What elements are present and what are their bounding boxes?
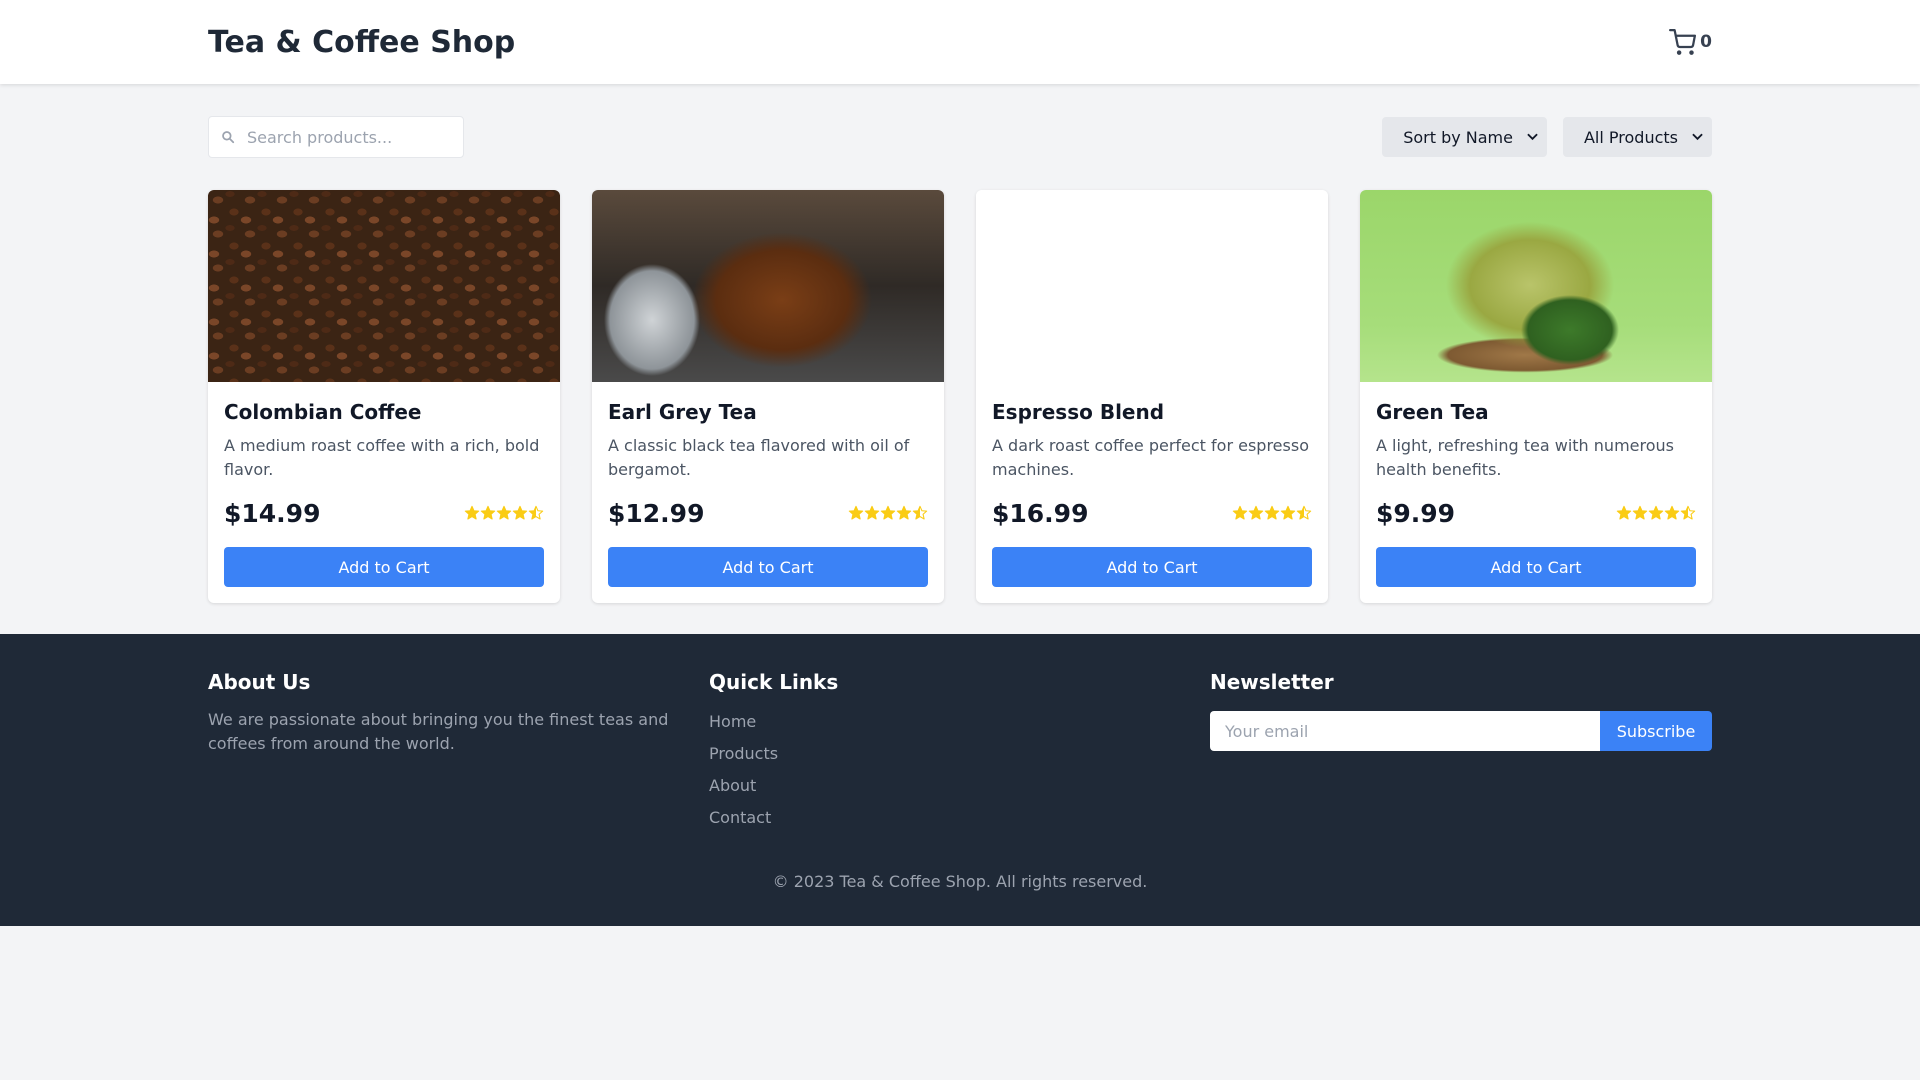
product-image-earl-grey[interactable] <box>592 190 944 382</box>
footer-columns: About Us We are passionate about bringin… <box>208 668 1712 838</box>
star-icon <box>864 505 880 520</box>
add-to-cart-button[interactable]: Add to Cart <box>1376 547 1696 587</box>
shopping-cart-icon <box>1669 28 1697 55</box>
star-icon <box>848 505 864 520</box>
footer-link-about[interactable]: About <box>709 774 1210 798</box>
newsletter-email-input[interactable] <box>1210 711 1600 751</box>
star-icon <box>1296 505 1312 520</box>
product-description: A classic black tea flavored with oil of… <box>608 436 910 479</box>
sort-filter-group: Sort by Name All Products <box>1382 117 1712 157</box>
star-icon <box>1648 505 1664 520</box>
star-icon <box>1616 505 1632 520</box>
category-filter-select[interactable]: All Products <box>1562 117 1712 157</box>
product-price: $12.99 <box>608 498 705 528</box>
star-icon <box>1680 505 1696 520</box>
search-icon <box>222 131 235 144</box>
add-to-cart-button[interactable]: Add to Cart <box>608 547 928 587</box>
chevron-down-icon <box>1692 133 1703 141</box>
product-name[interactable]: Colombian Coffee <box>224 398 544 426</box>
star-icon <box>528 505 544 520</box>
product-description: A medium roast coffee with a rich, bold … <box>224 436 540 479</box>
footer-quick-links: Quick Links Home Products About Contact <box>709 668 1210 838</box>
star-icon <box>1232 505 1248 520</box>
star-icon <box>896 505 912 520</box>
product-toolbar: Sort by Name All Products <box>208 116 1712 158</box>
product-card: Green Tea A light, refreshing tea with n… <box>1360 190 1712 603</box>
star-icon <box>1280 505 1296 520</box>
product-rating <box>1616 505 1696 521</box>
site-title[interactable]: Tea & Coffee Shop <box>208 25 515 60</box>
product-description: A light, refreshing tea with numerous he… <box>1376 436 1674 479</box>
quick-links-title: Quick Links <box>709 670 839 694</box>
product-price: $9.99 <box>1376 498 1456 528</box>
cart-button[interactable]: 0 <box>1669 28 1712 56</box>
copyright-text: © 2023 Tea & Coffee Shop. All rights res… <box>772 872 1148 891</box>
newsletter-form: Subscribe <box>1210 711 1712 751</box>
product-card: Colombian Coffee A medium roast coffee w… <box>208 190 560 603</box>
about-text: We are passionate about bringing you the… <box>208 710 669 753</box>
product-name[interactable]: Green Tea <box>1376 398 1696 426</box>
product-image-green-tea[interactable] <box>1360 190 1712 382</box>
sort-select[interactable]: Sort by Name <box>1382 117 1547 157</box>
product-image-espresso[interactable] <box>976 190 1328 382</box>
product-rating <box>848 505 928 521</box>
product-price: $16.99 <box>992 498 1089 528</box>
site-footer: About Us We are passionate about bringin… <box>0 634 1920 926</box>
product-image-coffee-beans[interactable] <box>208 190 560 382</box>
add-to-cart-button[interactable]: Add to Cart <box>224 547 544 587</box>
chevron-down-icon <box>1527 133 1538 141</box>
subscribe-button[interactable]: Subscribe <box>1600 711 1712 751</box>
product-card: Earl Grey Tea A classic black tea flavor… <box>592 190 944 603</box>
star-icon <box>1248 505 1264 520</box>
star-icon <box>880 505 896 520</box>
search-input[interactable] <box>247 127 447 147</box>
add-to-cart-button[interactable]: Add to Cart <box>992 547 1312 587</box>
product-price: $14.99 <box>224 498 321 528</box>
product-rating <box>1232 505 1312 521</box>
newsletter-title: Newsletter <box>1210 670 1334 694</box>
star-icon <box>480 505 496 520</box>
quick-links-list: Home Products About Contact <box>709 710 1210 830</box>
product-name[interactable]: Earl Grey Tea <box>608 398 928 426</box>
star-icon <box>512 505 528 520</box>
star-icon <box>912 505 928 520</box>
star-icon <box>1632 505 1648 520</box>
site-header: Tea & Coffee Shop 0 <box>0 0 1920 84</box>
header-inner: Tea & Coffee Shop 0 <box>208 0 1712 84</box>
category-filter-value: All Products <box>1583 127 1678 147</box>
footer-link-products[interactable]: Products <box>709 742 1210 766</box>
product-grid: Colombian Coffee A medium roast coffee w… <box>208 190 1712 603</box>
product-rating <box>464 505 544 521</box>
cart-count-badge: 0 <box>1700 32 1712 52</box>
star-icon <box>1664 505 1680 520</box>
product-card: Espresso Blend A dark roast coffee perfe… <box>976 190 1328 603</box>
footer-about: About Us We are passionate about bringin… <box>208 668 709 838</box>
footer-link-contact[interactable]: Contact <box>709 806 1210 830</box>
star-icon <box>464 505 480 520</box>
about-title: About Us <box>208 670 311 694</box>
footer-link-home[interactable]: Home <box>709 710 1210 734</box>
product-description: A dark roast coffee perfect for espresso… <box>992 436 1309 479</box>
star-icon <box>1264 505 1280 520</box>
star-icon <box>496 505 512 520</box>
product-name[interactable]: Espresso Blend <box>992 398 1312 426</box>
search-box[interactable] <box>208 116 464 158</box>
sort-select-value: Sort by Name <box>1403 127 1513 147</box>
footer-newsletter: Newsletter Subscribe <box>1210 668 1712 838</box>
